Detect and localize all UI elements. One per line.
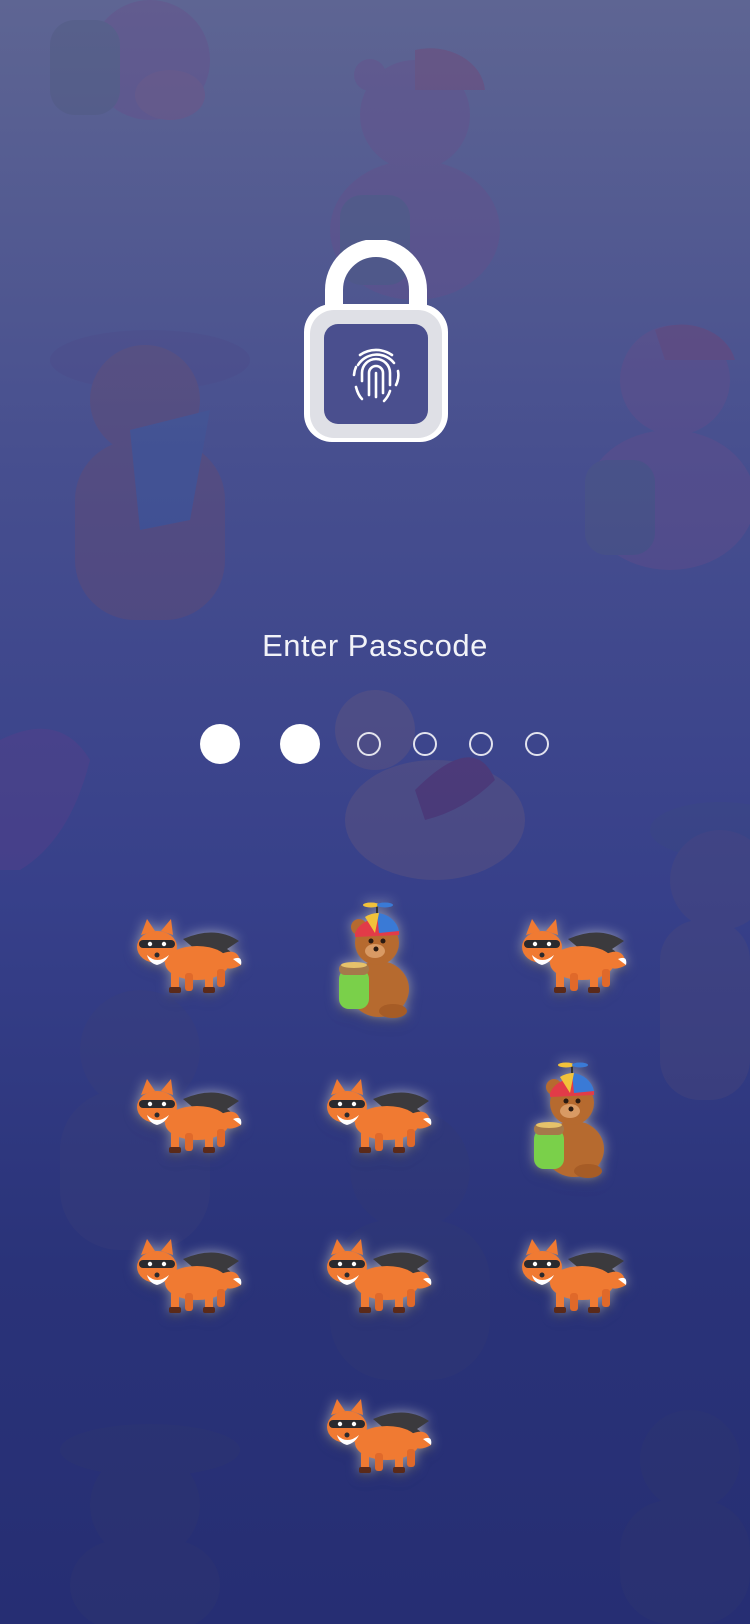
- keypad-key-1[interactable]: [120, 900, 250, 1020]
- keypad-key-6[interactable]: [505, 1060, 635, 1180]
- page-title: Enter Passcode: [262, 628, 488, 663]
- keypad-key-8[interactable]: [310, 1220, 440, 1340]
- fox-icon: [137, 919, 242, 993]
- keypad-key-2[interactable]: [310, 900, 440, 1020]
- bear-icon: [339, 902, 409, 1018]
- passcode-screen: Enter Passcode: [0, 0, 750, 1624]
- keypad-key-3[interactable]: [505, 900, 635, 1020]
- fox-icon: [522, 919, 627, 993]
- fox-icon: [327, 1079, 432, 1153]
- fox-icon: [327, 1239, 432, 1313]
- background-bear-doodle: [620, 1410, 750, 1624]
- passcode-dots: [0, 724, 750, 766]
- passcode-dot-filled: [280, 724, 320, 764]
- background-bear-doodle: [585, 324, 750, 570]
- passcode-dot-filled: [200, 724, 240, 764]
- keypad-key-10[interactable]: [310, 1380, 440, 1500]
- bear-icon: [534, 1062, 604, 1178]
- background-bear-doodle: [60, 1424, 240, 1624]
- keypad-key-7[interactable]: [120, 1220, 250, 1340]
- fox-icon: [327, 1399, 432, 1473]
- keypad-key-9[interactable]: [505, 1220, 635, 1340]
- background-bear-doodle: [50, 0, 210, 120]
- passcode-dot-empty: [357, 732, 381, 756]
- background-deer-doodle: [335, 690, 525, 880]
- fox-icon: [522, 1239, 627, 1313]
- fox-icon: [137, 1239, 242, 1313]
- keypad-key-5[interactable]: [310, 1060, 440, 1180]
- passcode-dot-empty: [525, 732, 549, 756]
- keypad-key-4[interactable]: [120, 1060, 250, 1180]
- passcode-dot-empty: [469, 732, 493, 756]
- background-bear-doodle: [650, 802, 750, 1100]
- fox-icon: [137, 1079, 242, 1153]
- fingerprint-lock-icon: [304, 240, 448, 442]
- background-bear-doodle: [50, 330, 250, 620]
- passcode-dot-empty: [413, 732, 437, 756]
